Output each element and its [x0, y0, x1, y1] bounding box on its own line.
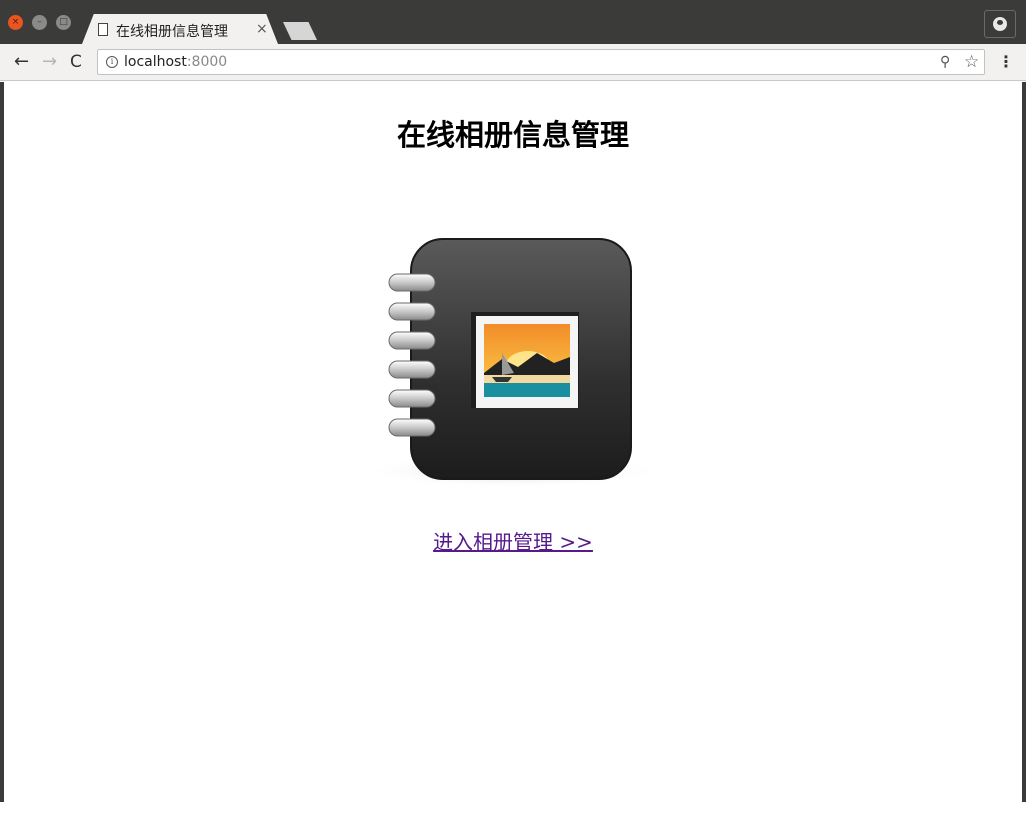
window-frame-right	[1022, 82, 1026, 802]
info-icon[interactable]: i	[106, 56, 118, 68]
url-host: localhost	[124, 54, 187, 70]
zoom-icon[interactable]: ⚲	[940, 54, 950, 70]
window-close-button[interactable]: ×	[8, 15, 23, 30]
page-title: 在线相册信息管理	[396, 118, 629, 152]
menu-icon[interactable]: ⋮	[998, 52, 1014, 72]
page-icon	[98, 23, 108, 36]
forward-button[interactable]: →	[42, 52, 57, 72]
window-maximize-button[interactable]: □	[56, 15, 71, 30]
back-button[interactable]: ←	[14, 52, 29, 72]
url-port: :8000	[186, 54, 228, 70]
tab-close-icon[interactable]: ×	[256, 21, 268, 37]
new-tab-button[interactable]	[283, 22, 317, 40]
page-content: 在线相册信息管理 进入相册管理 >>	[4, 82, 1022, 802]
browser-toolbar: ← → C i localhost:8000 ⚲ ☆ ⋮	[0, 44, 1026, 81]
page-bottom-edge	[0, 802, 1026, 814]
window-minimize-button[interactable]: –	[32, 15, 47, 30]
address-bar[interactable]: i localhost:8000 ⚲ ☆	[97, 49, 985, 75]
browser-titlebar: × – □ 在线相册信息管理 ×	[0, 0, 1026, 44]
enter-album-management-link[interactable]: 进入相册管理 >>	[4, 526, 1022, 555]
browser-tab[interactable]: 在线相册信息管理 ×	[82, 14, 278, 44]
person-icon	[993, 17, 1007, 31]
photo-album-icon	[363, 238, 663, 489]
reload-button[interactable]: C	[70, 52, 82, 72]
url-text[interactable]: localhost:8000	[124, 54, 227, 70]
tab-title: 在线相册信息管理	[116, 24, 228, 40]
star-icon[interactable]: ☆	[964, 52, 979, 72]
profile-button[interactable]	[984, 10, 1016, 38]
